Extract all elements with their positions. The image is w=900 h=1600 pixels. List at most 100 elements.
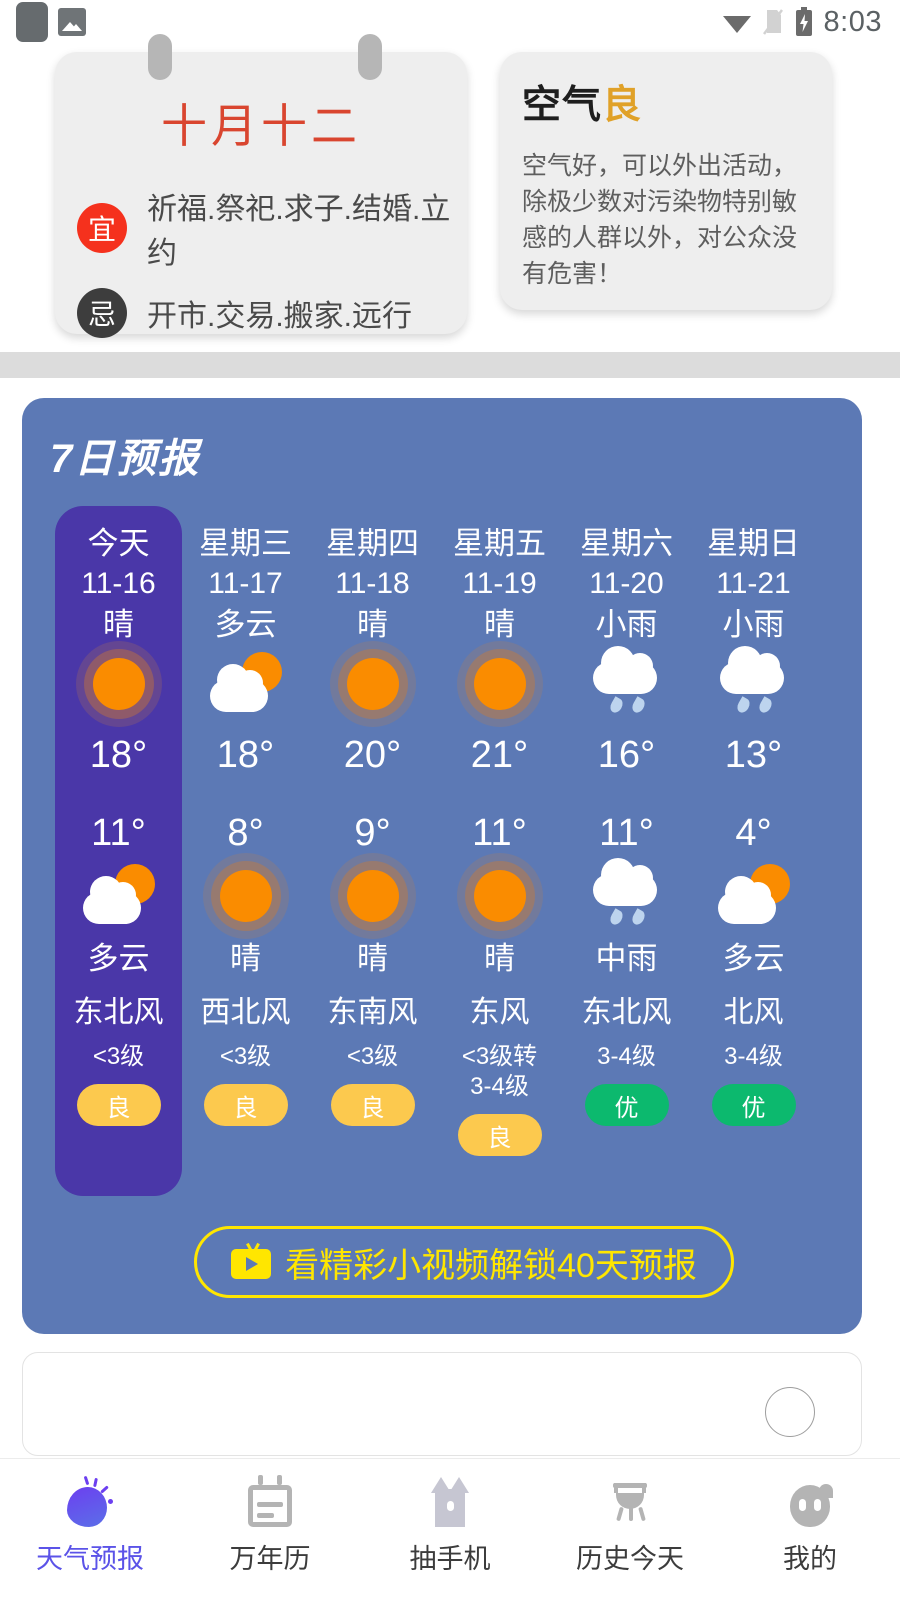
section-divider — [0, 352, 900, 378]
day-high-temp: 16° — [597, 734, 656, 776]
night-weather-icon-wrap — [460, 860, 540, 938]
forecast-day-column[interactable]: 星期五 11-19 晴 21° 11° 晴东风 <3级转 3-4级良 — [436, 506, 563, 1196]
wind-direction: 北风 — [723, 996, 784, 1029]
nav-item-ding-cauldron[interactable]: 历史今天 — [540, 1473, 720, 1576]
aqi-badge: 良 — [203, 1084, 288, 1126]
day-condition: 晴 — [103, 607, 134, 642]
nav-icon-wrap — [63, 1473, 117, 1529]
day-condition: 晴 — [484, 607, 515, 642]
day-date: 11-17 — [208, 567, 283, 600]
rain-icon — [587, 646, 667, 726]
tv-play-icon — [231, 1242, 272, 1279]
partly-cloudy-icon — [79, 860, 159, 938]
binder-ring-icon — [358, 34, 382, 80]
nav-item-gift-phone[interactable]: 抽手机 — [360, 1473, 540, 1576]
day-low-temp: 4° — [735, 812, 772, 854]
day-weekday: 星期五 — [453, 526, 546, 561]
wind-level: 3-4级 — [597, 1043, 656, 1070]
good-items: 祈福.祭祀.求子.结婚.立约 — [147, 193, 451, 270]
forecast-day-column[interactable]: 星期四 11-18 晴 20° 9° 晴东南风 <3级良 — [309, 506, 436, 1196]
forecast-day-column[interactable]: 星期日 11-21 小雨 13° 4° 多云 北风 3-4级优 — [690, 506, 817, 1196]
sun-icon — [79, 648, 159, 726]
nav-icon-wrap — [244, 1473, 296, 1529]
top-cards-row: 十月十二 宜 祈福.祭祀.求子.结婚.立约 忌 开市.交易.搬家.远行 空气良 … — [0, 34, 900, 338]
forecast-title: 7日预报 — [50, 437, 201, 481]
day-high-temp: 21° — [470, 734, 529, 776]
nav-icon-wrap — [603, 1473, 657, 1529]
day-low-temp: 8° — [227, 812, 264, 854]
forecast-days-list: 今天 11-16 晴 18° 11° 多云 东北风 <3级良 星期三 11-17 多云 18° 8° 晴西… — [55, 506, 835, 1196]
night-weather-icon-wrap — [333, 860, 413, 938]
nav-item-calendar[interactable]: 万年历 — [180, 1473, 360, 1576]
ad-placeholder-card[interactable] — [22, 1352, 862, 1456]
nav-item-label: 抽手机 — [409, 1544, 491, 1574]
profile-icon — [783, 1475, 837, 1529]
weather-icon — [63, 1475, 117, 1529]
calendar-icon — [244, 1475, 296, 1529]
nav-item-label: 我的 — [783, 1544, 837, 1574]
nav-icon-wrap — [783, 1473, 837, 1529]
almanac-bad-row: 忌 开市.交易.搬家.远行 — [77, 288, 467, 338]
battery-charging-icon — [795, 7, 812, 36]
gift-phone-icon — [423, 1475, 477, 1529]
night-condition: 多云 — [87, 941, 150, 976]
rain-icon — [714, 646, 794, 726]
day-weather-icon-wrap — [587, 646, 667, 728]
bad-items: 开市.交易.搬家.远行 — [147, 300, 413, 333]
aqi-badge: 良 — [76, 1084, 161, 1126]
day-low-temp: 11° — [472, 812, 527, 854]
day-weather-icon-wrap — [460, 646, 540, 728]
sun-icon — [333, 648, 413, 726]
day-high-temp: 13° — [724, 734, 783, 776]
status-bar-right-icons: 8:03 — [722, 6, 882, 39]
almanac-good-row: 宜 祈福.祭祀.求子.结婚.立约 — [77, 184, 467, 272]
wind-level: <3级 — [92, 1043, 145, 1070]
air-quality-label: 空气 — [522, 84, 603, 127]
aqi-badge: 良 — [330, 1084, 415, 1126]
day-condition: 多云 — [214, 607, 277, 642]
unlock-40day-forecast-button[interactable]: 看精彩小视频解锁40天预报 — [194, 1226, 734, 1298]
sun-icon — [333, 860, 413, 938]
day-weekday: 星期六 — [580, 526, 673, 561]
day-date: 11-16 — [81, 567, 156, 600]
day-date: 11-18 — [335, 567, 410, 600]
wind-level: 3-4级 — [724, 1043, 783, 1070]
day-condition: 晴 — [357, 607, 388, 642]
wifi-icon — [722, 16, 751, 33]
aqi-badge: 优 — [584, 1084, 669, 1126]
image-icon — [58, 8, 86, 36]
nav-icon-wrap — [423, 1473, 477, 1529]
air-quality-title: 空气良 — [522, 74, 810, 130]
air-quality-card[interactable]: 空气良 空气好，可以外出活动，除极少数对污染物特别敏感的人群以外，对公众没有危害… — [500, 52, 832, 310]
day-high-temp: 18° — [216, 734, 275, 776]
bottom-navigation-bar: 天气预报 万年历 抽手机 历史今天 我的 — [0, 1458, 900, 1600]
good-badge: 宜 — [77, 203, 127, 253]
forecast-day-column[interactable]: 星期六 11-20 小雨 16° 11° 中雨 东北风 3-4级优 — [563, 506, 690, 1196]
nav-item-profile[interactable]: 我的 — [720, 1473, 900, 1576]
night-weather-icon-wrap — [714, 860, 794, 938]
wind-direction: 东风 — [469, 996, 530, 1029]
wind-direction: 东北风 — [581, 996, 672, 1029]
night-condition: 晴 — [357, 941, 388, 976]
night-weather-icon-wrap — [206, 860, 286, 938]
day-weather-icon-wrap — [333, 646, 413, 728]
lunar-calendar-card[interactable]: 十月十二 宜 祈福.祭祀.求子.结婚.立约 忌 开市.交易.搬家.远行 — [55, 34, 467, 338]
forecast-day-column[interactable]: 星期三 11-17 多云 18° 8° 晴西北风 <3级良 — [182, 506, 309, 1196]
nav-item-label: 万年历 — [229, 1544, 311, 1574]
night-weather-icon-wrap — [587, 858, 667, 938]
app-switcher-icon — [16, 2, 48, 42]
day-condition: 小雨 — [722, 607, 785, 642]
nav-item-weather[interactable]: 天气预报 — [0, 1473, 180, 1576]
forecast-day-column[interactable]: 今天 11-16 晴 18° 11° 多云 东北风 <3级良 — [55, 506, 182, 1196]
day-weekday: 星期日 — [707, 526, 800, 561]
rain-icon — [587, 858, 667, 938]
seven-day-forecast-card: 7日预报 今天 11-16 晴 18° 11° 多云 东北风 <3级良 星期三 11-17 多云 18… — [22, 398, 862, 1334]
sim-off-icon — [762, 9, 783, 35]
night-condition: 中雨 — [595, 941, 658, 976]
day-high-temp: 18° — [89, 734, 148, 776]
night-weather-icon-wrap — [79, 860, 159, 938]
binder-ring-icon — [148, 34, 172, 80]
wind-level: <3级 — [219, 1043, 272, 1070]
night-condition: 晴 — [484, 941, 515, 976]
sun-icon — [206, 860, 286, 938]
